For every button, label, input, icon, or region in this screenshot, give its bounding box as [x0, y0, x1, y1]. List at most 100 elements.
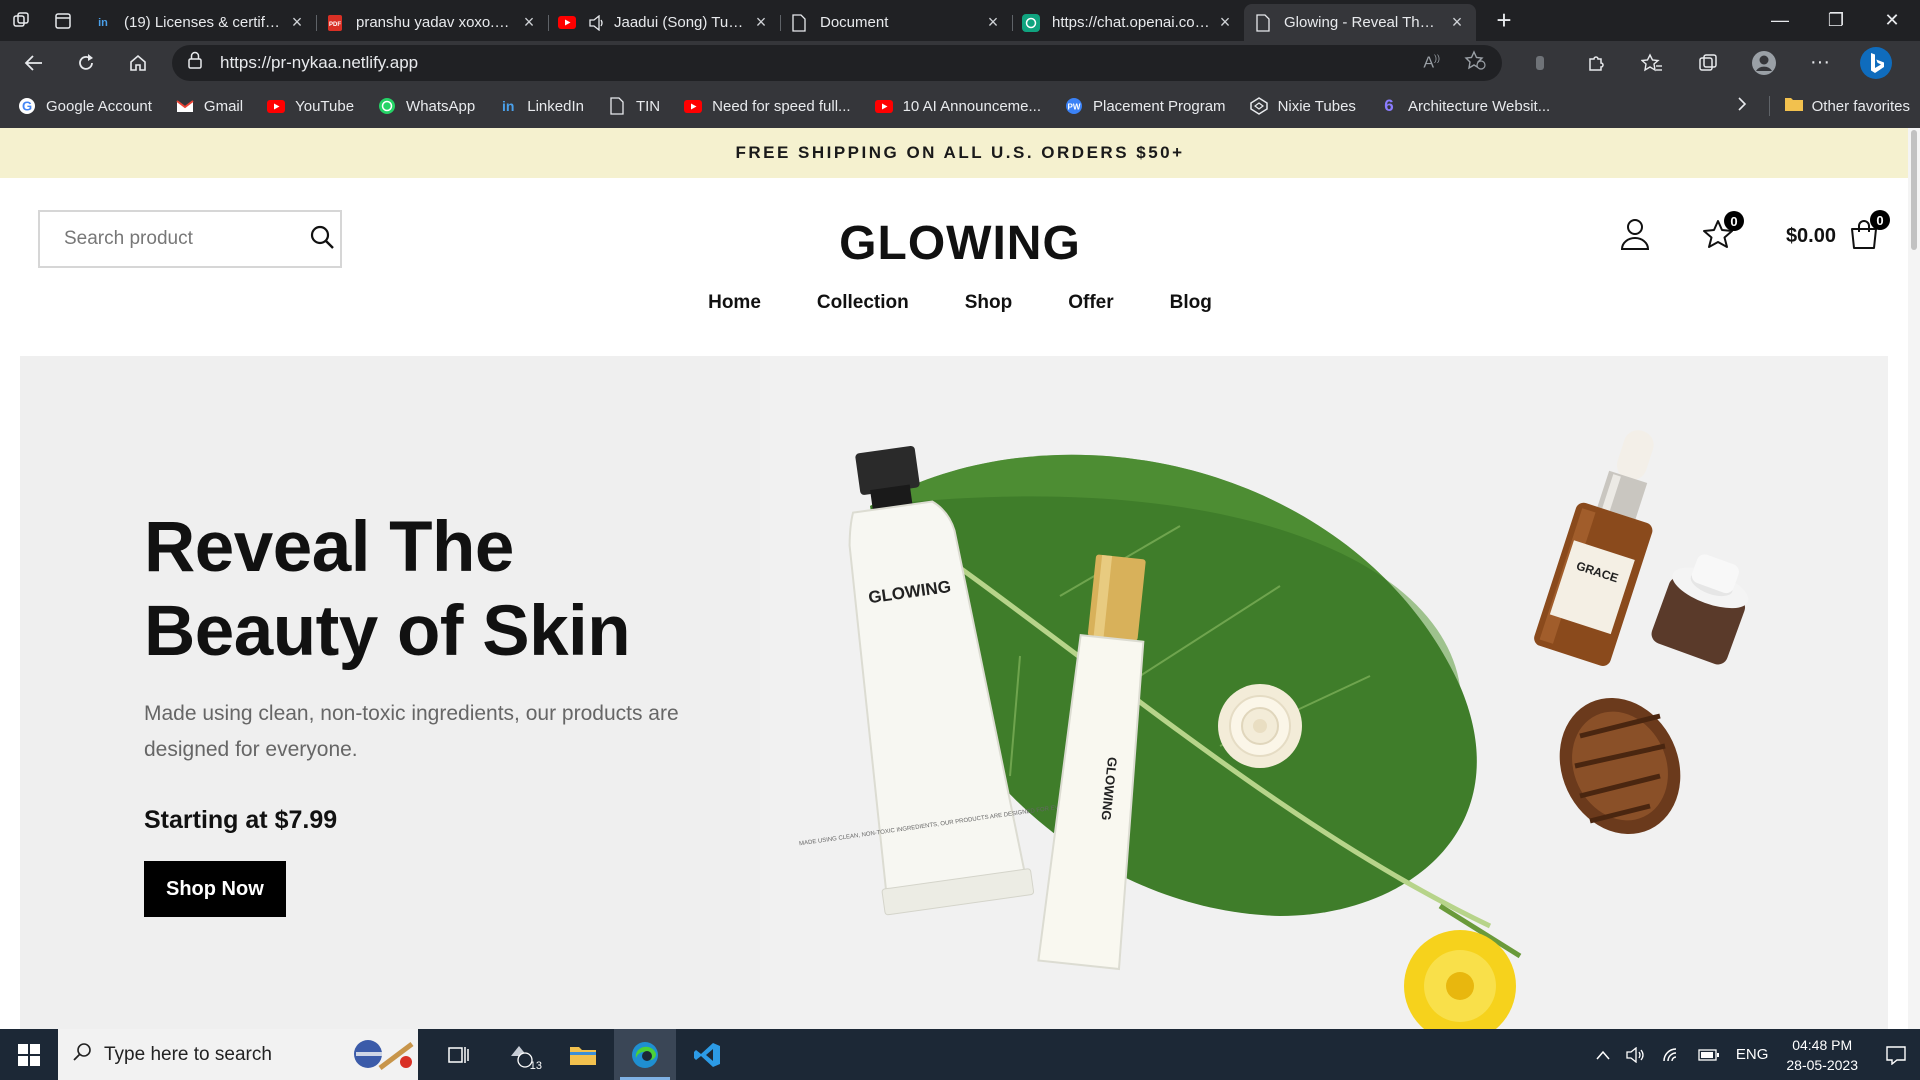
browser-tab[interactable]: PDF pranshu yadav xoxo.pdf × — [316, 7, 548, 39]
youtube-icon — [558, 14, 576, 32]
url-text[interactable]: https://pr-nykaa.netlify.app — [220, 53, 1399, 73]
nav-blog[interactable]: Blog — [1170, 292, 1212, 314]
bookmark-label: Nixie Tubes — [1277, 97, 1356, 115]
address-bar[interactable]: https://pr-nykaa.netlify.app A)) — [172, 44, 1502, 81]
bookmark-youtube[interactable]: YouTube — [267, 97, 354, 115]
linkedin-icon: in — [502, 98, 515, 114]
workspaces-icon[interactable] — [0, 0, 42, 41]
codepen-icon — [1249, 97, 1268, 115]
pdf-icon: PDF — [326, 14, 344, 32]
profile-avatar-icon[interactable] — [1736, 41, 1792, 84]
bookmark-placement-program[interactable]: PW Placement Program — [1065, 97, 1226, 115]
hero-banner: Reveal The Beauty of Skin Made using cle… — [20, 356, 1888, 1029]
back-icon[interactable] — [8, 41, 60, 84]
collections-icon[interactable] — [1680, 41, 1736, 84]
extensions-puzzle-icon[interactable] — [1568, 41, 1624, 84]
nav-shop[interactable]: Shop — [965, 292, 1013, 314]
language-indicator[interactable]: ENG — [1736, 1046, 1769, 1063]
youtube-icon — [874, 97, 893, 115]
cart-total: $0.00 — [1785, 225, 1836, 247]
bookmark-gmail[interactable]: Gmail — [176, 97, 243, 115]
wifi-icon[interactable] — [1662, 1047, 1682, 1063]
bookmark-tin[interactable]: TIN — [608, 97, 660, 115]
search-icon — [72, 1042, 92, 1068]
document-icon — [608, 97, 626, 115]
lock-icon[interactable] — [188, 51, 202, 74]
nav-home[interactable]: Home — [708, 292, 761, 314]
browser-tab[interactable]: Jaadui (Song) Tu Jhoothi × — [548, 7, 780, 39]
speaker-icon[interactable] — [588, 14, 606, 32]
volume-icon[interactable] — [1626, 1046, 1646, 1063]
other-favorites-folder[interactable]: Other favorites — [1768, 96, 1910, 116]
user-icon — [1620, 218, 1650, 255]
close-tab-icon[interactable]: × — [520, 12, 538, 33]
refresh-icon[interactable] — [60, 41, 112, 84]
new-tab-icon[interactable]: + — [1484, 5, 1524, 36]
minimize-icon[interactable]: — — [1752, 10, 1808, 31]
read-aloud-icon[interactable]: A)) — [1423, 53, 1440, 72]
bing-copilot-icon[interactable] — [1848, 41, 1904, 84]
close-tab-icon[interactable]: × — [752, 12, 770, 33]
bookmark-label: TIN — [635, 97, 661, 115]
bookmark-ai-announcements[interactable]: 10 AI Announceme... — [874, 97, 1041, 115]
edge-browser-icon[interactable] — [614, 1029, 676, 1080]
more-menu-icon[interactable]: ··· — [1792, 41, 1848, 84]
notifications-icon[interactable] — [1872, 1045, 1920, 1065]
tab-actions-icon[interactable] — [42, 0, 84, 41]
file-explorer-icon[interactable] — [552, 1029, 614, 1080]
scrollbar-thumb[interactable] — [1911, 130, 1917, 250]
account-button[interactable] — [1620, 218, 1650, 255]
close-tab-icon[interactable]: × — [288, 12, 306, 33]
bookmark-label: 10 AI Announceme... — [902, 97, 1041, 115]
bookmark-need-for-speed[interactable]: Need for speed full... — [684, 97, 851, 115]
close-window-icon[interactable]: ✕ — [1864, 10, 1920, 31]
clock[interactable]: 04:48 PM 28-05-2023 — [1786, 1035, 1858, 1075]
other-favorites-label: Other favorites — [1811, 97, 1910, 115]
browser-tab-active[interactable]: Glowing - Reveal The Beauty × — [1244, 4, 1476, 41]
battery-icon[interactable] — [1698, 1048, 1720, 1061]
header-actions: 0 $0.00 0 — [1568, 210, 1890, 255]
add-favorite-icon[interactable] — [1464, 50, 1486, 75]
extension-icon[interactable] — [1512, 41, 1568, 84]
chevron-up-icon[interactable] — [1596, 1050, 1610, 1060]
browser-tab-strip: in (19) Licenses & certifications × PDF … — [0, 0, 1920, 41]
taskbar-search-box[interactable]: Type here to search — [58, 1029, 418, 1080]
bookmark-google-account[interactable]: G Google Account — [18, 97, 152, 115]
close-tab-icon[interactable]: × — [1448, 12, 1466, 33]
browser-tab[interactable]: Document × — [780, 7, 1012, 39]
white-flower-image — [1218, 684, 1302, 768]
browser-tab[interactable]: https://chat.openai.com/?model × — [1012, 7, 1244, 39]
task-view-icon[interactable] — [428, 1029, 490, 1080]
vscode-icon[interactable] — [676, 1029, 738, 1080]
hero-title: Reveal The Beauty of Skin — [144, 506, 724, 674]
widgets-badge: 13 — [529, 1060, 542, 1072]
whatsapp-icon — [378, 97, 396, 115]
linkedin-icon: in — [98, 16, 108, 29]
close-tab-icon[interactable]: × — [984, 12, 1002, 33]
document-icon — [790, 13, 808, 32]
nav-collection[interactable]: Collection — [817, 292, 909, 314]
bookmark-architecture-website[interactable]: 6 Architecture Websit... — [1380, 96, 1550, 115]
widgets-icon[interactable]: 13 — [490, 1029, 552, 1080]
windows-start-icon[interactable] — [0, 1029, 58, 1080]
hero-content: Reveal The Beauty of Skin Made using cle… — [144, 506, 724, 917]
browser-tab[interactable]: in (19) Licenses & certifications × — [84, 7, 316, 39]
nav-offer[interactable]: Offer — [1068, 292, 1113, 314]
chevron-right-icon[interactable] — [1737, 96, 1747, 116]
hero-title-line1: Reveal The — [144, 508, 514, 587]
site-header: GLOWING 0 $0.00 0 Home Collection Shop O… — [0, 178, 1920, 354]
page-scrollbar[interactable] — [1908, 128, 1920, 1029]
close-tab-icon[interactable]: × — [1216, 12, 1234, 33]
bookmark-linkedin[interactable]: in LinkedIn — [499, 97, 584, 115]
bookmark-label: Google Account — [46, 97, 152, 115]
tab-title: Glowing - Reveal The Beauty — [1284, 14, 1442, 31]
cart-button[interactable]: $0.00 0 — [1785, 210, 1890, 255]
bookmark-nixie-tubes[interactable]: Nixie Tubes — [1249, 97, 1356, 115]
home-icon[interactable] — [112, 41, 164, 84]
bookmark-whatsapp[interactable]: WhatsApp — [378, 97, 475, 115]
favorites-icon[interactable] — [1624, 41, 1680, 84]
clock-date: 28-05-2023 — [1786, 1056, 1858, 1073]
restore-icon[interactable]: ❐ — [1808, 10, 1864, 31]
wishlist-button[interactable]: 0 — [1702, 211, 1744, 254]
shop-now-button[interactable]: Shop Now — [144, 861, 286, 917]
